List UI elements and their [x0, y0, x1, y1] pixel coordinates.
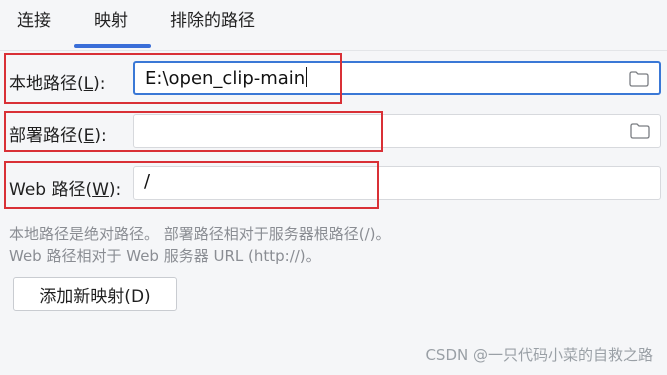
watermark: CSDN @一只代码小菜的自救之路	[425, 346, 653, 364]
tab-connection[interactable]: 连接	[17, 6, 51, 31]
highlight-box-web-path	[4, 161, 379, 209]
highlight-box-deploy-path	[4, 111, 383, 152]
folder-icon[interactable]	[629, 71, 649, 87]
tab-excluded-paths[interactable]: 排除的路径	[170, 6, 255, 31]
tab-mapping[interactable]: 映射	[94, 6, 128, 31]
add-mapping-button[interactable]: 添加新映射(D)	[13, 277, 177, 311]
help-text-line-1: 本地路径是绝对路径。 部署路径相对于服务器根路径(/)。	[9, 225, 391, 243]
highlight-box-local-path	[4, 53, 342, 104]
folder-icon[interactable]	[630, 123, 650, 139]
active-tab-indicator	[74, 44, 151, 48]
help-text-line-2: Web 路径相对于 Web 服务器 URL (http://)。	[9, 247, 321, 265]
tab-bar: 连接 映射 排除的路径	[0, 0, 667, 51]
